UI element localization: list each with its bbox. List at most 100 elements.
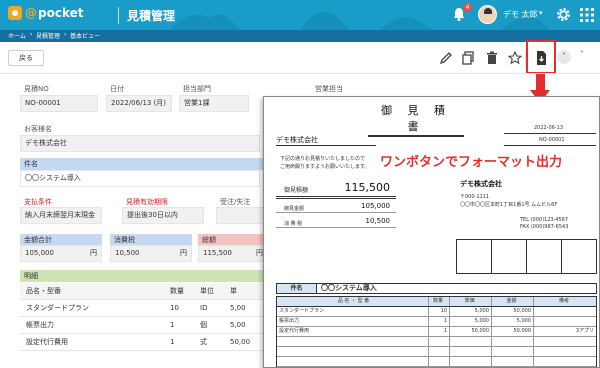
table-cell: 設定代行費用: [26, 338, 68, 346]
copy-icon[interactable]: [460, 50, 476, 66]
document-cell: [534, 347, 596, 356]
breadcrumb-home[interactable]: ホーム: [8, 31, 26, 40]
subtotal-field[interactable]: 105,000 円: [20, 245, 102, 262]
document-subtotal-label: 御見金額: [284, 206, 305, 212]
document-cell: [492, 337, 534, 346]
document-subtotal: 105,000: [361, 202, 390, 210]
document-cell: [450, 347, 492, 356]
app-title: 見積管理: [118, 7, 175, 24]
dept-label: 担当部門: [183, 85, 211, 93]
document-cell: [492, 357, 534, 366]
breadcrumb-separator: ›: [30, 31, 33, 38]
document-cell: 10: [429, 307, 450, 316]
customer-field[interactable]: デモ株式会社: [20, 135, 260, 152]
sales-rep-label: 営業担当: [315, 85, 343, 93]
document-table-row: [277, 357, 596, 367]
document-cell: [534, 337, 596, 346]
document-cell: [534, 307, 596, 316]
document-intro-2: ご用命賜りますようお願いいたします。: [280, 164, 370, 170]
document-cell: [450, 337, 492, 346]
table-cell: 帳票出力: [26, 321, 54, 329]
document-tel: TEL (000)123-4567: [520, 217, 569, 223]
table-row[interactable]: 帳票出力 1 個 5,00: [20, 317, 268, 334]
table-cell: 1: [170, 338, 175, 346]
chevron-down-icon[interactable]: ▾: [539, 9, 543, 17]
document-cell: 設定代行費用: [277, 327, 429, 336]
tax-unit: 円: [180, 249, 187, 257]
document-cell: [429, 357, 450, 366]
app-logo[interactable]: @ pocket: [8, 6, 83, 20]
details-section: 明細: [20, 270, 268, 282]
breadcrumb: ホーム › 見積管理 › 基本ビュー: [0, 30, 600, 42]
document-cell: 1: [429, 317, 450, 326]
user-name[interactable]: デモ 太郎: [503, 9, 538, 20]
document-fax: FAX (000)987-6543: [520, 224, 569, 230]
number-underline: [504, 145, 596, 146]
edit-icon[interactable]: [438, 50, 454, 66]
highlight-frame: [526, 40, 556, 74]
payment-field[interactable]: 納入月末締翌月末現金: [20, 207, 102, 224]
document-cell: 50,000: [450, 327, 492, 336]
avatar[interactable]: [478, 5, 497, 24]
app-grid-icon[interactable]: [580, 8, 594, 22]
table-cell: 10: [170, 304, 179, 312]
document-cell: 1: [429, 327, 450, 336]
subtotal-value: 105,000: [25, 249, 54, 257]
stamp-boxes: [456, 239, 597, 274]
breadcrumb-app[interactable]: 見積管理: [36, 31, 60, 40]
document-header-cell: 品 名 ・ 型 番: [277, 297, 429, 306]
document-subject-label: 件名: [277, 284, 317, 293]
table-row[interactable]: スタンダードプラン 10 ID 5,00: [20, 300, 268, 317]
validity-field[interactable]: 提出後30日以内: [122, 207, 204, 224]
notification-badge: 4: [463, 3, 472, 12]
star-icon[interactable]: [507, 50, 523, 66]
order-status-label: 受注/失注: [220, 198, 251, 206]
document-tax-label: 消 費 税: [284, 221, 303, 227]
tax-field[interactable]: 10,500 円: [110, 245, 192, 262]
table-cell: ID: [200, 304, 208, 312]
document-cell: [450, 357, 492, 366]
document-table-row: [277, 347, 596, 357]
amount-underline: [276, 198, 396, 199]
document-cell: 3アプリ: [575, 328, 594, 334]
quote-no-field[interactable]: NO-00001: [20, 95, 98, 112]
back-button[interactable]: 戻る: [8, 50, 44, 66]
table-row[interactable]: 設定代行費用 1 式 50,00: [20, 334, 268, 351]
breadcrumb-view[interactable]: 基本ビュー: [70, 31, 100, 40]
document-postal: 〒000-1111: [460, 194, 490, 200]
stamp-box: [456, 239, 492, 274]
details-header-row: 品名・型番 数量 単位 単: [20, 283, 268, 300]
gear-icon[interactable]: [555, 6, 572, 23]
order-status-field[interactable]: [216, 207, 264, 224]
stamp-box: [526, 239, 562, 274]
stamp-box: [561, 239, 597, 274]
total-field[interactable]: 115,500 円: [198, 245, 268, 262]
arrow-shaft: [536, 74, 545, 91]
dept-field[interactable]: 営業1課: [179, 95, 249, 112]
tax-value: 10,500: [115, 249, 140, 257]
date-field[interactable]: 2022/06/13 (月): [106, 95, 172, 112]
document-cell: [277, 357, 429, 366]
delete-icon[interactable]: [484, 50, 500, 66]
document-cell: [277, 337, 429, 346]
document-subject: 〇〇システム導入: [317, 283, 407, 294]
logo-icon: [8, 6, 22, 20]
total-value: 115,500: [203, 249, 232, 257]
breadcrumb-separator: ›: [64, 31, 67, 38]
quote-no-label: 見積NO: [24, 85, 49, 93]
document-cell: 50,000: [492, 307, 534, 316]
document-table-row: 設定代行費用 1 50,000 50,000 3アプリ: [277, 327, 596, 337]
document-amount: 115,500: [344, 181, 391, 194]
subtotal-underline: [276, 212, 396, 213]
chevron-down-icon[interactable]: ˅: [580, 50, 584, 59]
document-table-row: スタンダードプラン 10 5,000 50,000: [277, 307, 596, 317]
subject-field[interactable]: 〇〇システム導入: [20, 170, 260, 187]
details-header-cell: 単位: [200, 287, 214, 295]
amount-underline: [276, 196, 396, 197]
chevron-up-icon[interactable]: ˄: [557, 50, 571, 64]
tax-underline: [276, 227, 396, 228]
document-number: NO-00001: [539, 137, 565, 143]
total-unit: 円: [256, 249, 263, 257]
document-cell: 5,000: [450, 317, 492, 326]
app-header: @ pocket 見積管理 4 デモ 太郎 ▾: [0, 0, 600, 30]
